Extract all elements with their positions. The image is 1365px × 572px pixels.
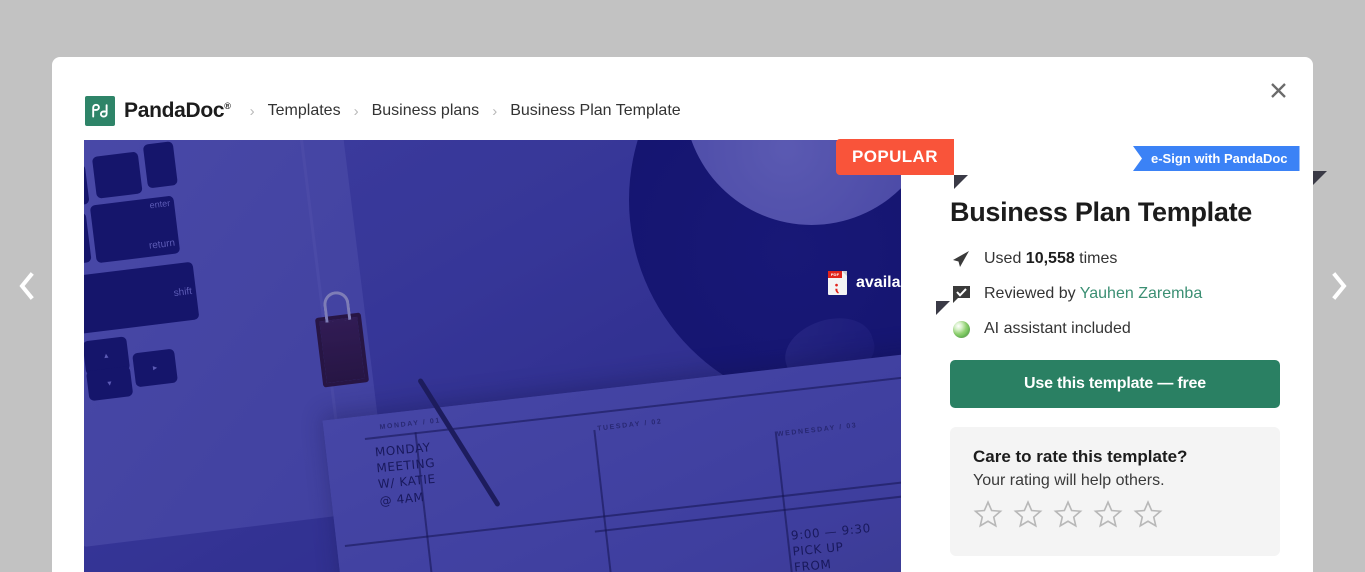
photo-color-overlay xyxy=(84,140,901,572)
used-count-value: 10,558 xyxy=(1025,250,1075,267)
star-5[interactable] xyxy=(1133,499,1163,534)
screen: e-Sign with PandaDoc PandaDoc® › Templat… xyxy=(0,0,1365,572)
breadcrumb-separator: › xyxy=(353,102,359,120)
template-detail-modal: PandaDoc® › Templates › Business plans ›… xyxy=(52,57,1313,572)
pandadoc-logo-mark xyxy=(85,96,115,126)
star-rating-group[interactable] xyxy=(973,499,1257,534)
breadcrumb: PandaDoc® › Templates › Business plans ›… xyxy=(85,93,681,129)
rating-title: Care to rate this template? xyxy=(973,447,1188,466)
close-icon xyxy=(1270,82,1287,104)
comment-check-icon xyxy=(950,283,972,305)
pdf-available-badge: PDF ⁏ available xyxy=(820,265,950,315)
send-plane-icon xyxy=(950,248,972,270)
star-1[interactable] xyxy=(973,499,1003,534)
esign-ribbon-label: e-Sign with PandaDoc xyxy=(1151,151,1288,166)
carousel-prev-button[interactable] xyxy=(0,0,52,572)
pdf-icon-tab: PDF xyxy=(828,271,842,278)
pd-monogram-icon xyxy=(92,103,108,118)
page-title: Business Plan Template xyxy=(950,197,1253,227)
reviewed-by-text: Reviewed by Yauhen Zaremba xyxy=(984,285,1203,302)
pandadoc-logo[interactable]: PandaDoc® xyxy=(85,96,231,126)
preview-photo: enter return shift ▲ ▼ ► MONDAY / 01 TUE… xyxy=(84,140,901,572)
registered-mark: ® xyxy=(224,101,231,111)
star-4[interactable] xyxy=(1093,499,1123,534)
breadcrumb-separator: › xyxy=(492,102,498,120)
ai-assistant-label: AI assistant included xyxy=(984,320,1131,337)
breadcrumb-item-templates[interactable]: Templates xyxy=(268,102,341,120)
pdf-available-label: available xyxy=(856,274,924,291)
esign-ribbon-fold xyxy=(1313,171,1327,185)
used-count-text: Used 10,558 times xyxy=(984,250,1118,267)
breadcrumb-item-current: Business Plan Template xyxy=(510,102,681,119)
rating-subtitle: Your rating will help others. xyxy=(973,472,1165,489)
template-preview-image[interactable]: enter return shift ▲ ▼ ► MONDAY / 01 TUE… xyxy=(84,140,901,572)
chevron-right-icon xyxy=(1331,272,1348,300)
esign-ribbon: e-Sign with PandaDoc xyxy=(1133,146,1300,171)
ai-assistant-row: AI assistant included xyxy=(950,318,1280,340)
ai-sphere-icon xyxy=(950,318,972,340)
rating-card: Care to rate this template? Your rating … xyxy=(950,427,1280,556)
use-template-button[interactable]: Use this template — free xyxy=(950,360,1280,408)
carousel-next-button[interactable] xyxy=(1313,0,1365,572)
breadcrumb-separator: › xyxy=(249,102,255,120)
breadcrumb-item-business-plans[interactable]: Business plans xyxy=(372,102,480,120)
chevron-left-icon xyxy=(18,272,35,300)
popular-badge: POPULAR xyxy=(836,139,968,189)
reviewed-by-row: Reviewed by Yauhen Zaremba xyxy=(950,283,1280,305)
popular-badge-label: POPULAR xyxy=(852,147,938,166)
star-2[interactable] xyxy=(1013,499,1043,534)
pandadoc-logo-text: PandaDoc® xyxy=(124,99,231,123)
pdf-icon-glyph: ⁏ xyxy=(834,276,841,295)
pdf-file-icon: PDF ⁏ xyxy=(828,271,847,295)
reviewer-link[interactable]: Yauhen Zaremba xyxy=(1080,285,1202,302)
star-3[interactable] xyxy=(1053,499,1083,534)
brand-name: PandaDoc xyxy=(124,99,225,122)
template-info-panel: Business Plan Template Used 10,558 times… xyxy=(950,197,1280,556)
close-modal-button[interactable] xyxy=(1263,78,1293,108)
used-count-row: Used 10,558 times xyxy=(950,248,1280,270)
pdf-icon-fold xyxy=(842,271,847,276)
